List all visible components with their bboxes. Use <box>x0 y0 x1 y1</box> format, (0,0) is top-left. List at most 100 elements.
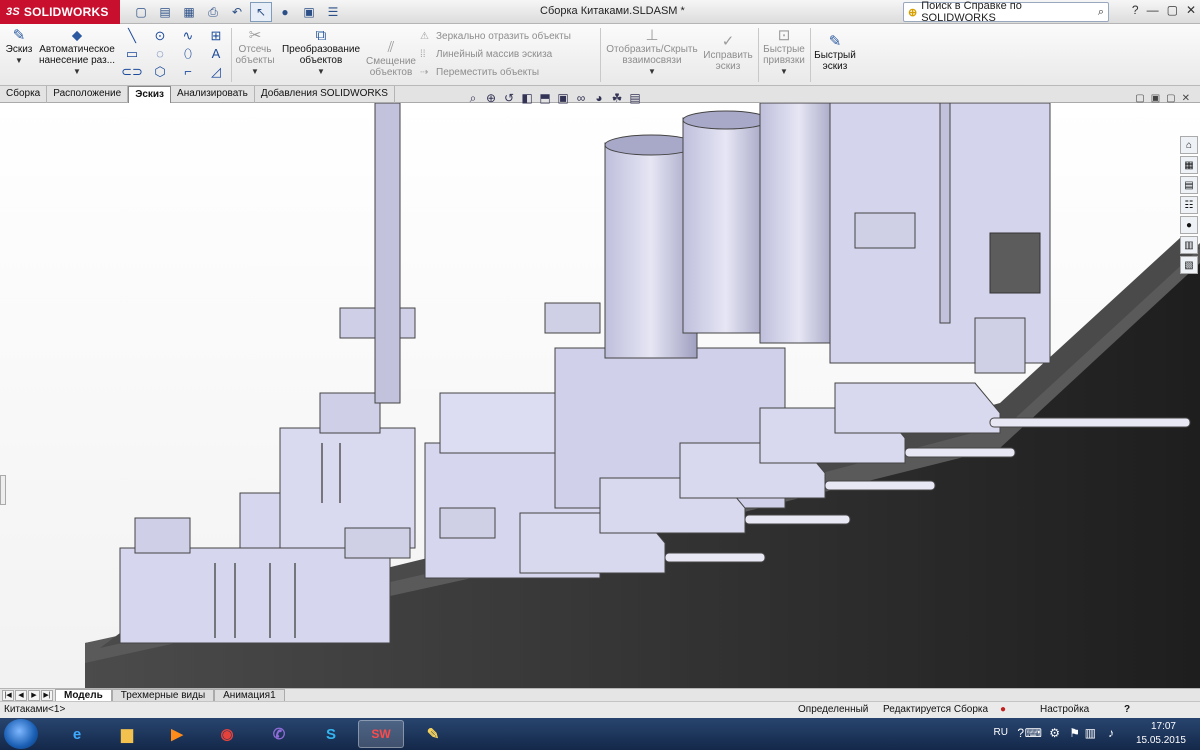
display-style-icon[interactable]: ▣ <box>556 91 570 106</box>
auto-dim-dropdown-icon[interactable]: ▼ <box>38 66 116 77</box>
line-icon[interactable]: ╲ <box>118 27 146 45</box>
viewport-tile-icon[interactable]: ▢ <box>1135 93 1144 104</box>
rebuild-traffic-light-icon[interactable]: ● <box>274 2 296 22</box>
tab-sketch[interactable]: Эскиз <box>128 86 172 103</box>
section-view-icon[interactable]: ◧ <box>520 91 534 106</box>
previous-view-icon[interactable]: ↺ <box>502 91 516 106</box>
show-hide-relations-button[interactable]: ⊥ Отобразить/Скрыть взаимосвязи ▼ <box>604 28 700 77</box>
tab-assembly[interactable]: Сборка <box>0 86 48 103</box>
media-player-icon[interactable]: ▶ <box>154 720 200 748</box>
help-search-box[interactable]: ⊕ Поиск в Справке по SOLIDWORKS ⌕ <box>903 0 1109 24</box>
design-library-icon[interactable]: ▦ <box>1180 156 1198 174</box>
open-folder-icon[interactable]: ▤ <box>154 2 176 22</box>
linear-pattern-button[interactable]: ⁞⁞ Линейный массив эскиза <box>420 46 571 64</box>
graphics-viewport[interactable]: Y X <box>0 103 1200 688</box>
panel-expand-handle[interactable] <box>0 475 6 505</box>
clock-date[interactable]: 15.05.2015 <box>1136 735 1186 746</box>
move-entities-button[interactable]: ⇢ Переместить объекты <box>420 64 571 82</box>
text-icon[interactable]: A <box>202 45 230 63</box>
last-tab-icon[interactable]: ▶| <box>41 690 53 701</box>
rapid-sketch-button[interactable]: ✎ Быстрый эскиз <box>812 34 858 73</box>
tab-evaluate[interactable]: Анализировать <box>171 86 255 103</box>
next-tab-icon[interactable]: ▶ <box>28 690 40 701</box>
mirror-entities-button[interactable]: ⚠ Зеркально отразить объекты <box>420 28 571 46</box>
quick-snaps-button[interactable]: ⊡ Быстрые привязки ▼ <box>760 28 808 77</box>
select-cursor-icon[interactable]: ↖ <box>250 2 272 22</box>
skype-icon[interactable]: S <box>308 720 354 748</box>
zoom-to-area-icon[interactable]: ⊕ <box>484 91 498 106</box>
close-icon[interactable]: ✕ <box>1186 3 1196 17</box>
rebuild-indicator-icon[interactable]: ● <box>1000 702 1006 718</box>
surface-mesh-icon[interactable]: ⊞ <box>202 27 230 45</box>
rectangle-icon[interactable]: ▭ <box>118 45 146 63</box>
language-indicator[interactable]: RU <box>994 727 1008 738</box>
apply-scene-icon[interactable]: ☘ <box>610 91 624 106</box>
hide-show-items-icon[interactable]: ∞ <box>574 91 588 106</box>
help-search-input[interactable]: Поиск в Справке по SOLIDWORKS <box>921 0 1098 24</box>
settings-tray-icon[interactable]: ⚙ <box>1049 726 1060 740</box>
circle-icon[interactable]: ⊙ <box>146 27 174 45</box>
prev-tab-icon[interactable]: ◀ <box>15 690 27 701</box>
help-menu-icon[interactable]: ? <box>1132 3 1139 17</box>
tab-addins[interactable]: Добавления SOLIDWORKS <box>255 86 395 103</box>
slot-icon[interactable]: ⊂⊃ <box>118 63 146 81</box>
sketch-dropdown-icon[interactable]: ▼ <box>4 55 34 66</box>
zoom-to-fit-icon[interactable]: ⌕ <box>466 91 480 106</box>
viewport-maximize-icon[interactable]: ▢ <box>1166 93 1175 104</box>
internet-explorer-icon[interactable]: e <box>54 720 100 748</box>
convert-dropdown-icon[interactable]: ▼ <box>280 66 362 77</box>
save-icon[interactable]: ▦ <box>178 2 200 22</box>
options-icon[interactable]: ☰ <box>322 2 344 22</box>
flag-tray-icon[interactable]: ⚑ <box>1069 726 1080 740</box>
sketch-button[interactable]: ✎ Эскиз ▼ <box>4 28 34 66</box>
ellipse-icon[interactable]: ⬯ <box>174 45 202 63</box>
home-icon[interactable]: ⌂ <box>1180 136 1198 154</box>
plane-icon[interactable]: ◿ <box>202 63 230 81</box>
auto-dimension-button[interactable]: ⬥ Автоматическое нанесение раз... ▼ <box>38 28 116 77</box>
viewport-close-icon[interactable]: ✕ <box>1182 93 1190 104</box>
print-icon[interactable]: ⎙ <box>202 2 224 22</box>
search-icon[interactable]: ⌕ <box>1098 6 1104 19</box>
tab-layout[interactable]: Расположение <box>47 86 129 103</box>
restore-icon[interactable]: ▢ <box>1167 3 1178 17</box>
solidworks-taskbar-icon[interactable]: SW <box>358 720 404 748</box>
keyboard-tray-icon[interactable]: ⌨ <box>1025 726 1042 740</box>
show-hide-dropdown-icon[interactable]: ▼ <box>604 66 700 77</box>
minimize-icon[interactable]: — <box>1147 3 1159 17</box>
chrome-icon[interactable]: ◉ <box>204 720 250 748</box>
convert-entities-button[interactable]: ⧉ Преобразование объектов ▼ <box>280 28 362 77</box>
view-orientation-icon[interactable]: ⬒ <box>538 91 552 106</box>
start-button[interactable] <box>4 719 38 749</box>
appearances-icon[interactable]: ● <box>1180 216 1198 234</box>
clock-time[interactable]: 17:07 <box>1151 721 1176 732</box>
solidworks-forum-icon[interactable]: ▧ <box>1180 256 1198 274</box>
custom-properties-icon[interactable]: ▥ <box>1180 236 1198 254</box>
view-palette-icon[interactable]: ☷ <box>1180 196 1198 214</box>
tab-3d-views[interactable]: Трехмерные виды <box>111 689 215 701</box>
paint-icon[interactable]: ✎ <box>410 720 456 748</box>
tab-animation[interactable]: Анимация1 <box>214 689 285 701</box>
trim-entities-button[interactable]: ✂ Отсечь объекты ▼ <box>234 28 276 77</box>
file-explorer-taskbar-icon[interactable]: ▆ <box>104 720 150 748</box>
file-properties-icon[interactable]: ▣ <box>298 2 320 22</box>
volume-tray-icon[interactable]: ♪ <box>1108 726 1114 740</box>
status-help[interactable]: ? <box>1124 702 1130 718</box>
new-document-icon[interactable]: ▢ <box>130 2 152 22</box>
viber-icon[interactable]: ✆ <box>256 720 302 748</box>
tab-model[interactable]: Модель <box>55 689 112 701</box>
polygon-icon[interactable]: ⬡ <box>146 63 174 81</box>
snaps-dropdown-icon[interactable]: ▼ <box>760 66 808 77</box>
spline-icon[interactable]: ∿ <box>174 27 202 45</box>
offset-entities-button[interactable]: ⫽ Смещение объектов <box>365 40 417 79</box>
trim-dropdown-icon[interactable]: ▼ <box>234 66 276 77</box>
help-tray-icon[interactable]: ? <box>1017 726 1024 740</box>
status-customize[interactable]: Настройка <box>1040 702 1089 718</box>
edit-appearance-icon[interactable]: ◕ <box>592 91 606 106</box>
fillet-icon[interactable]: ⌐ <box>174 63 202 81</box>
network-tray-icon[interactable]: ▥ <box>1085 726 1096 740</box>
repair-sketch-button[interactable]: ✓ Исправить эскиз <box>702 34 754 73</box>
first-tab-icon[interactable]: |◀ <box>2 690 14 701</box>
solidworks-logo[interactable]: 3S SOLIDWORKS <box>0 0 120 24</box>
viewport-restore-icon[interactable]: ▣ <box>1151 93 1160 104</box>
file-explorer-icon[interactable]: ▤ <box>1180 176 1198 194</box>
